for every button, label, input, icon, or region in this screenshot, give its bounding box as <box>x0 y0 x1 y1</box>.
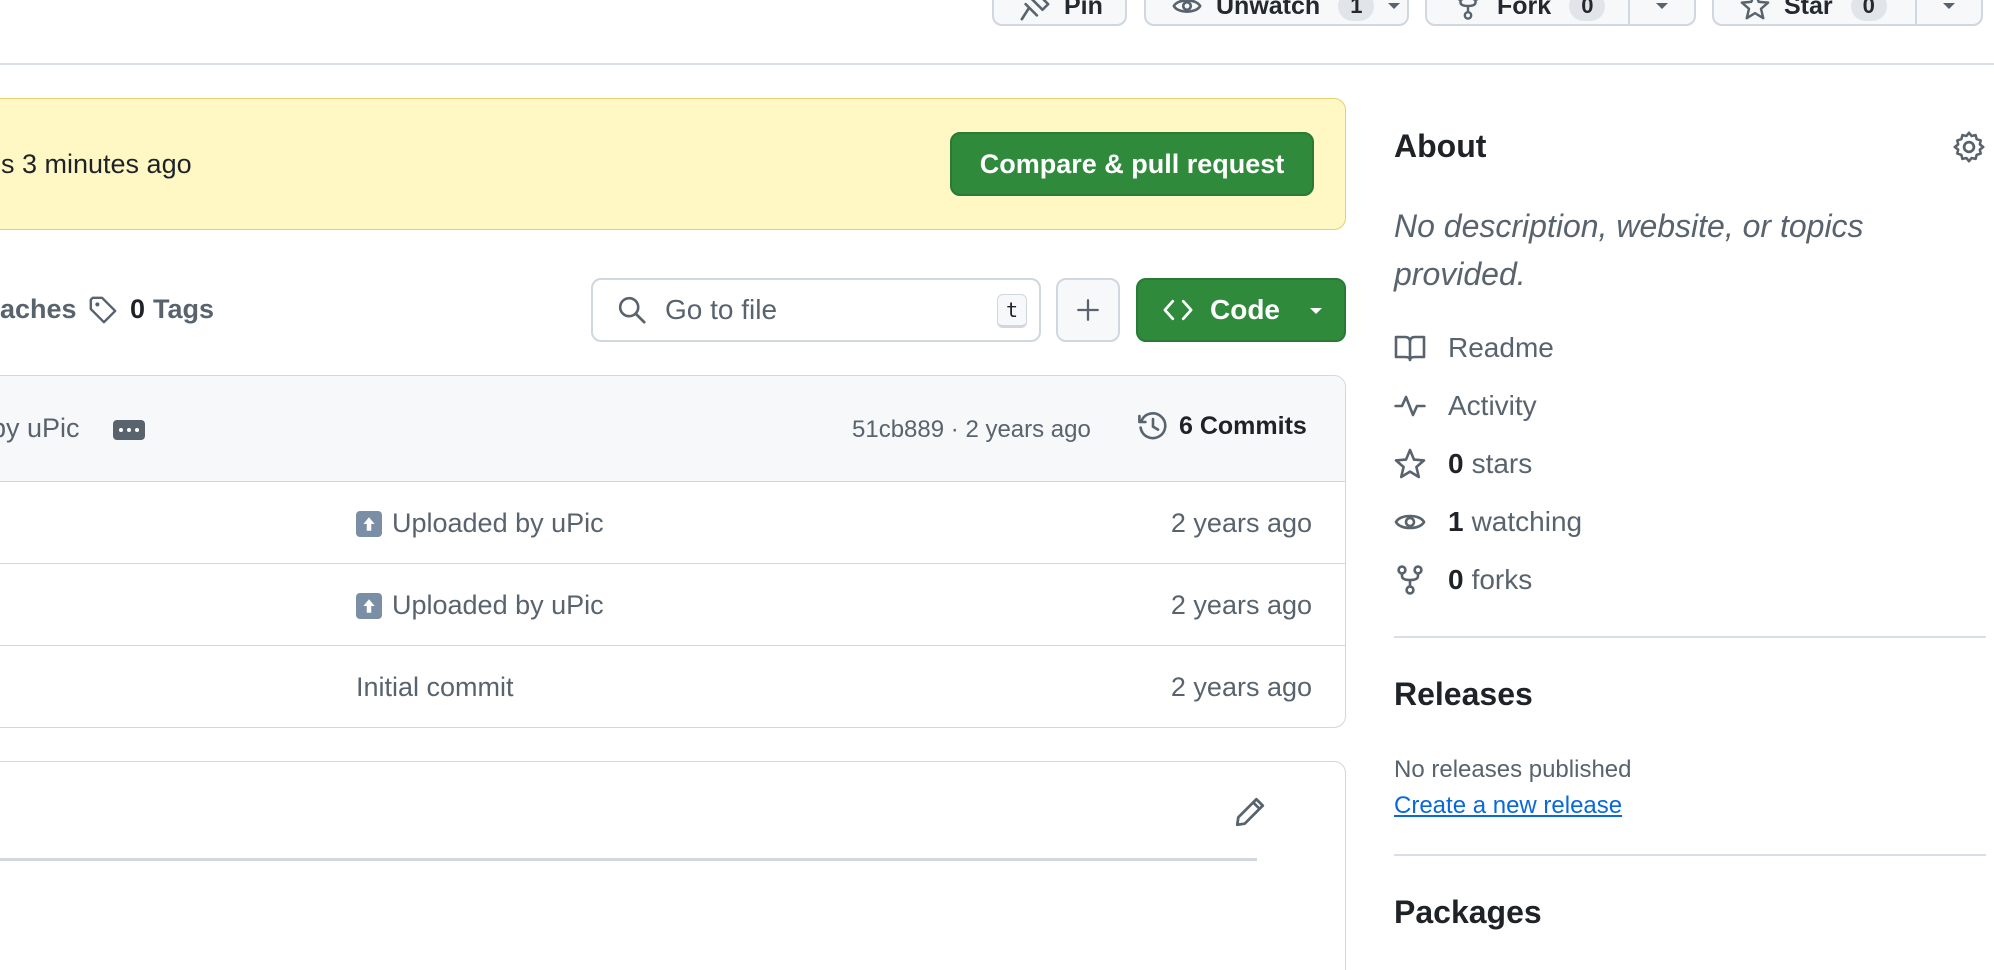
chevron-down-icon <box>1386 1 1402 11</box>
repo-header-actions: Pin Unwatch 1 Fork 0 Star 0 <box>0 0 1994 65</box>
commit-age: 2 years ago <box>965 416 1091 443</box>
fork-count: 0 <box>1569 0 1606 21</box>
expand-commit-button[interactable] <box>113 420 145 440</box>
file-commit-date: 2 years ago <box>1170 672 1312 702</box>
watch-count: 1 <box>1338 0 1375 21</box>
pin-icon <box>1020 0 1050 21</box>
unwatch-label: Unwatch <box>1216 0 1321 20</box>
file-commit-text: Initial commit <box>356 672 514 702</box>
forks-link[interactable]: 0 forks <box>1394 564 1532 596</box>
star-dropdown-button[interactable] <box>1915 0 1983 26</box>
go-to-file-placeholder: Go to file <box>665 294 778 325</box>
history-icon <box>1137 410 1179 442</box>
go-to-file-input[interactable]: Go to file t <box>591 278 1041 342</box>
file-commit-message[interactable]: Uploaded by uPic <box>356 508 604 539</box>
eye-icon <box>1394 506 1448 538</box>
file-commit-date: 2 years ago <box>1170 508 1312 538</box>
activity-label: Activity <box>1448 390 1537 421</box>
pin-button[interactable]: Pin <box>992 0 1127 26</box>
tags-label: Tags <box>153 294 215 324</box>
unwatch-button[interactable]: Unwatch 1 <box>1144 0 1409 26</box>
forks-label: forks <box>1471 564 1533 595</box>
file-table: by uPic 51cb889 · 2 years ago 6 Commits … <box>0 375 1346 728</box>
pulse-icon <box>1394 390 1448 422</box>
file-commit-message[interactable]: Uploaded by uPic <box>356 590 604 621</box>
stars-count: 0 <box>1448 448 1464 479</box>
table-row: Uploaded by uPic 2 years ago <box>0 482 1345 564</box>
commits-count-label: 6 Commits <box>1179 411 1307 440</box>
readme-header <box>0 762 1345 858</box>
chevron-down-icon <box>1654 1 1670 11</box>
stars-label: stars <box>1471 448 1533 479</box>
about-heading: About <box>1394 128 1487 164</box>
file-commit-text: Uploaded by uPic <box>392 508 604 538</box>
latest-commit-meta: 51cb889 · 2 years ago <box>852 416 1091 444</box>
table-row: Uploaded by uPic 2 years ago <box>0 564 1345 646</box>
table-row: Initial commit 2 years ago <box>0 646 1345 727</box>
latest-commit-bar: by uPic 51cb889 · 2 years ago 6 Commits <box>0 376 1345 482</box>
recent-push-message: s 3 minutes ago <box>1 149 192 179</box>
readme-divider <box>0 858 1257 861</box>
up-arrow-icon <box>356 592 382 619</box>
fork-button[interactable]: Fork 0 <box>1425 0 1630 26</box>
recent-push-banner: s 3 minutes ago Compare & pull request <box>0 98 1346 230</box>
latest-commit-message[interactable]: by uPic <box>0 413 80 444</box>
star-icon <box>1740 0 1770 21</box>
tag-icon <box>88 295 118 325</box>
pencil-icon[interactable] <box>1233 795 1267 829</box>
sidebar-divider <box>1394 854 1986 856</box>
about-description: No description, website, or topics provi… <box>1394 208 1864 292</box>
readme-label: Readme <box>1448 332 1554 363</box>
forks-count: 0 <box>1448 564 1464 595</box>
keyboard-shortcut-hint: t <box>997 294 1027 328</box>
plus-icon <box>1075 297 1101 323</box>
create-release-link[interactable]: Create a new release <box>1394 792 1622 820</box>
eye-icon <box>1172 0 1202 21</box>
star-icon <box>1394 448 1448 480</box>
up-arrow-icon <box>356 510 382 537</box>
sidebar-divider <box>1394 636 1986 638</box>
branches-link[interactable]: aches <box>0 294 77 325</box>
code-label: Code <box>1210 294 1280 325</box>
chevron-down-icon <box>1308 306 1324 316</box>
activity-link[interactable]: Activity <box>1394 390 1537 422</box>
watching-label: watching <box>1471 506 1583 537</box>
commit-hash[interactable]: 51cb889 <box>852 416 944 443</box>
file-commit-message[interactable]: Initial commit <box>356 672 514 703</box>
add-file-button[interactable] <box>1056 278 1120 342</box>
watching-link[interactable]: 1 watching <box>1394 506 1582 538</box>
star-label: Star <box>1784 0 1833 20</box>
meta-separator: · <box>950 416 959 443</box>
watching-count: 1 <box>1448 506 1464 537</box>
commits-history-link[interactable]: 6 Commits <box>1137 410 1307 442</box>
star-button[interactable]: Star 0 <box>1712 0 1917 26</box>
fork-icon <box>1394 564 1448 596</box>
compare-pull-request-button[interactable]: Compare & pull request <box>950 132 1314 196</box>
code-button[interactable]: Code <box>1136 278 1346 342</box>
tags-count: 0 <box>130 294 146 324</box>
search-icon <box>617 295 647 325</box>
gear-icon[interactable] <box>1952 130 1986 164</box>
stars-link[interactable]: 0 stars <box>1394 448 1532 480</box>
fork-label: Fork <box>1497 0 1552 20</box>
tags-link[interactable]: 0 Tags <box>88 294 214 325</box>
readme-link[interactable]: Readme <box>1394 332 1554 364</box>
file-commit-date: 2 years ago <box>1170 590 1312 620</box>
fork-icon <box>1453 0 1483 21</box>
readme-panel <box>0 761 1346 970</box>
code-icon <box>1162 296 1194 324</box>
pin-label: Pin <box>1064 0 1103 20</box>
releases-heading[interactable]: Releases <box>1394 676 1533 713</box>
packages-heading[interactable]: Packages <box>1394 894 1542 931</box>
no-releases-text: No releases published <box>1394 756 1632 783</box>
star-count: 0 <box>1850 0 1887 21</box>
fork-dropdown-button[interactable] <box>1628 0 1696 26</box>
file-commit-text: Uploaded by uPic <box>392 590 604 620</box>
book-icon <box>1394 332 1448 364</box>
chevron-down-icon <box>1941 1 1957 11</box>
